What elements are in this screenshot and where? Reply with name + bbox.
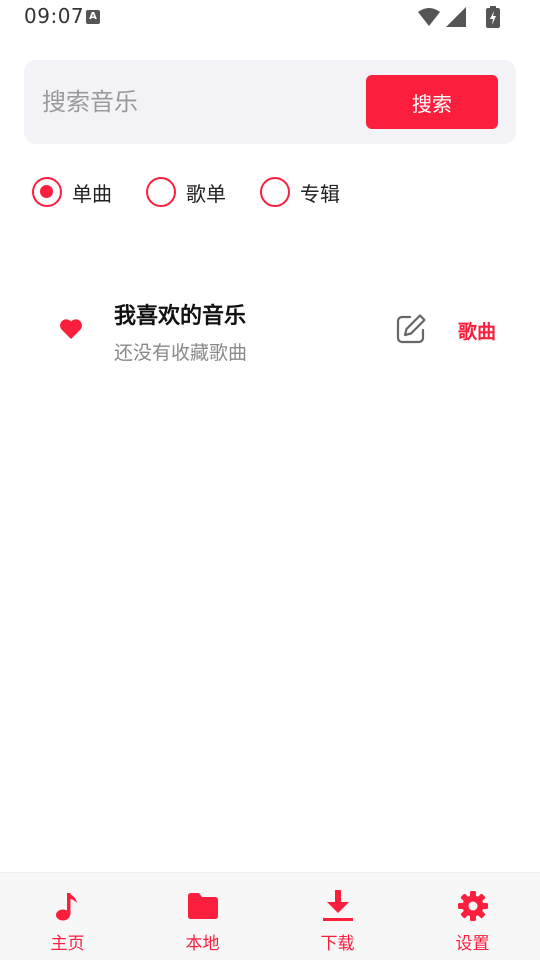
playlist-type-tag[interactable]: 歌曲	[458, 317, 496, 344]
radio-label: 专辑	[300, 181, 340, 206]
music-note-icon	[53, 891, 83, 921]
status-bar: 09:07 A	[0, 0, 540, 34]
radio-label: 单曲	[72, 181, 112, 206]
search-input[interactable]	[42, 82, 342, 122]
radio-button[interactable]	[260, 177, 290, 207]
nav-label: 设置	[455, 934, 490, 954]
nav-label: 本地	[185, 934, 220, 954]
heart-icon	[60, 319, 82, 339]
wifi-icon	[418, 8, 440, 26]
signal-icon	[446, 7, 466, 27]
battery-icon	[486, 6, 500, 28]
bottom-navigation: 主页 本地 下载 设置	[0, 872, 540, 960]
nav-label: 下载	[320, 934, 355, 954]
radio-button[interactable]	[146, 177, 176, 207]
search-button[interactable]: 搜索	[366, 75, 498, 129]
download-icon	[322, 890, 353, 921]
nav-item-download[interactable]: 下载	[270, 873, 405, 960]
status-time: 09:07	[24, 4, 85, 28]
radio-single[interactable]: 单曲	[32, 176, 146, 208]
radio-album[interactable]: 专辑	[260, 176, 374, 208]
playlist-subtitle: 还没有收藏歌曲	[114, 342, 248, 364]
nav-item-settings[interactable]: 设置	[405, 873, 540, 960]
search-box: 搜索	[24, 60, 516, 144]
folder-icon	[187, 891, 218, 921]
favorite-playlist-item[interactable]: 我喜欢的音乐 还没有收藏歌曲 歌曲	[24, 286, 516, 376]
radio-label: 歌单	[186, 181, 226, 206]
nav-item-local[interactable]: 本地	[135, 873, 270, 960]
nav-label: 主页	[50, 934, 85, 954]
nav-item-home[interactable]: 主页	[0, 873, 135, 960]
status-icons	[418, 6, 500, 28]
playlist-title: 我喜欢的音乐	[114, 304, 247, 329]
accessibility-icon: A	[86, 10, 100, 24]
gear-icon	[457, 891, 488, 921]
radio-playlist[interactable]: 歌单	[146, 176, 260, 208]
radio-button-checked[interactable]	[32, 177, 62, 207]
search-type-radio-group: 单曲 歌单 专辑	[32, 176, 374, 208]
edit-icon[interactable]	[394, 312, 428, 346]
